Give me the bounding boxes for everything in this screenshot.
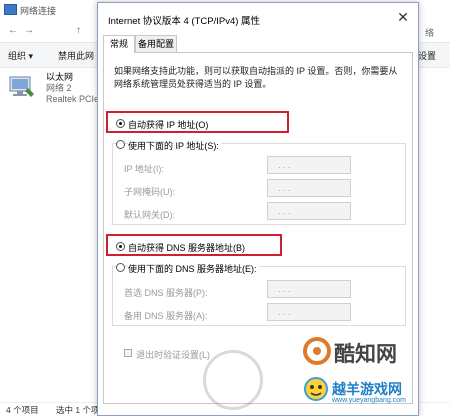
auto-ip-label[interactable]: 自动获得 IP 地址(O)	[128, 118, 208, 131]
disable-device-button[interactable]: 禁用此网	[58, 49, 94, 62]
ip-dots: . . .	[278, 160, 291, 170]
watermark-logo-icon	[303, 337, 331, 365]
up-arrow-icon[interactable]: ↑	[76, 25, 81, 36]
adapter-device: Realtek PCIe	[46, 94, 100, 104]
organize-button[interactable]: 组织 ▾	[8, 49, 33, 62]
watermark-bottom: 越羊游戏网	[332, 381, 402, 397]
subnet-mask-label: 子网掩码(U):	[124, 187, 175, 197]
subnet-mask-input: . . .	[267, 179, 351, 197]
tab-alternate-config[interactable]: 备用配置	[135, 35, 177, 52]
manual-dns-radio[interactable]	[116, 263, 125, 272]
ip-dots: . . .	[278, 284, 291, 294]
watermark-circle	[203, 350, 263, 410]
manual-ip-label[interactable]: 使用下面的 IP 地址(S):	[128, 139, 221, 152]
adapter-entry[interactable]: 以太网 网络 2 Realtek PCIe	[46, 72, 99, 105]
forward-arrow-icon[interactable]: →	[24, 25, 34, 36]
search-fragment: 络	[425, 28, 435, 38]
watermark-top: 酷知网	[334, 343, 397, 366]
auto-dns-label[interactable]: 自动获得 DNS 服务器地址(B)	[128, 241, 245, 254]
adapter-name: 以太网	[46, 72, 74, 82]
item-count: 4 个项目	[6, 405, 39, 415]
network-folder-icon	[4, 4, 17, 15]
ip-dots: . . .	[278, 307, 291, 317]
preferred-dns-input: . . .	[267, 280, 351, 298]
alternate-dns-input: . . .	[267, 303, 351, 321]
dialog-title: Internet 协议版本 4 (TCP/IPv4) 属性	[108, 16, 261, 27]
manual-dns-label[interactable]: 使用下面的 DNS 服务器地址(E):	[128, 262, 259, 275]
ethernet-adapter-icon	[9, 76, 34, 97]
preferred-dns-label: 首选 DNS 服务器(P):	[124, 288, 208, 298]
explorer-title: 网络连接	[20, 6, 57, 16]
selected-count: 选中 1 个项	[56, 405, 100, 415]
ip-address-label: IP 地址(I):	[124, 164, 164, 174]
ip-dots: . . .	[278, 206, 291, 216]
tab-general[interactable]: 常规	[103, 35, 135, 53]
ip-address-input: . . .	[267, 156, 351, 174]
watermark-mascot-icon	[304, 377, 328, 401]
adapter-network: 网络 2	[46, 83, 72, 93]
auto-ip-radio[interactable]	[116, 119, 125, 128]
default-gateway-input: . . .	[267, 202, 351, 220]
back-arrow-icon[interactable]: ←	[8, 25, 18, 36]
validate-checkbox	[124, 349, 132, 357]
default-gateway-label: 默认网关(D):	[124, 210, 175, 220]
description-text: 如果网络支持此功能，则可以获取自动指派的 IP 设置。否则，你需要从网络系统管理…	[114, 66, 398, 89]
settings-button-fragment[interactable]: 设置	[418, 49, 436, 62]
close-icon[interactable]: ✕	[394, 8, 412, 26]
manual-ip-radio[interactable]	[116, 140, 125, 149]
ip-dots: . . .	[278, 183, 291, 193]
watermark-url: www.yueyangbang.com	[332, 397, 406, 404]
auto-dns-radio[interactable]	[116, 242, 125, 251]
alternate-dns-label: 备用 DNS 服务器(A):	[124, 311, 208, 321]
validate-label: 退出时验证设置(L)	[136, 350, 210, 360]
